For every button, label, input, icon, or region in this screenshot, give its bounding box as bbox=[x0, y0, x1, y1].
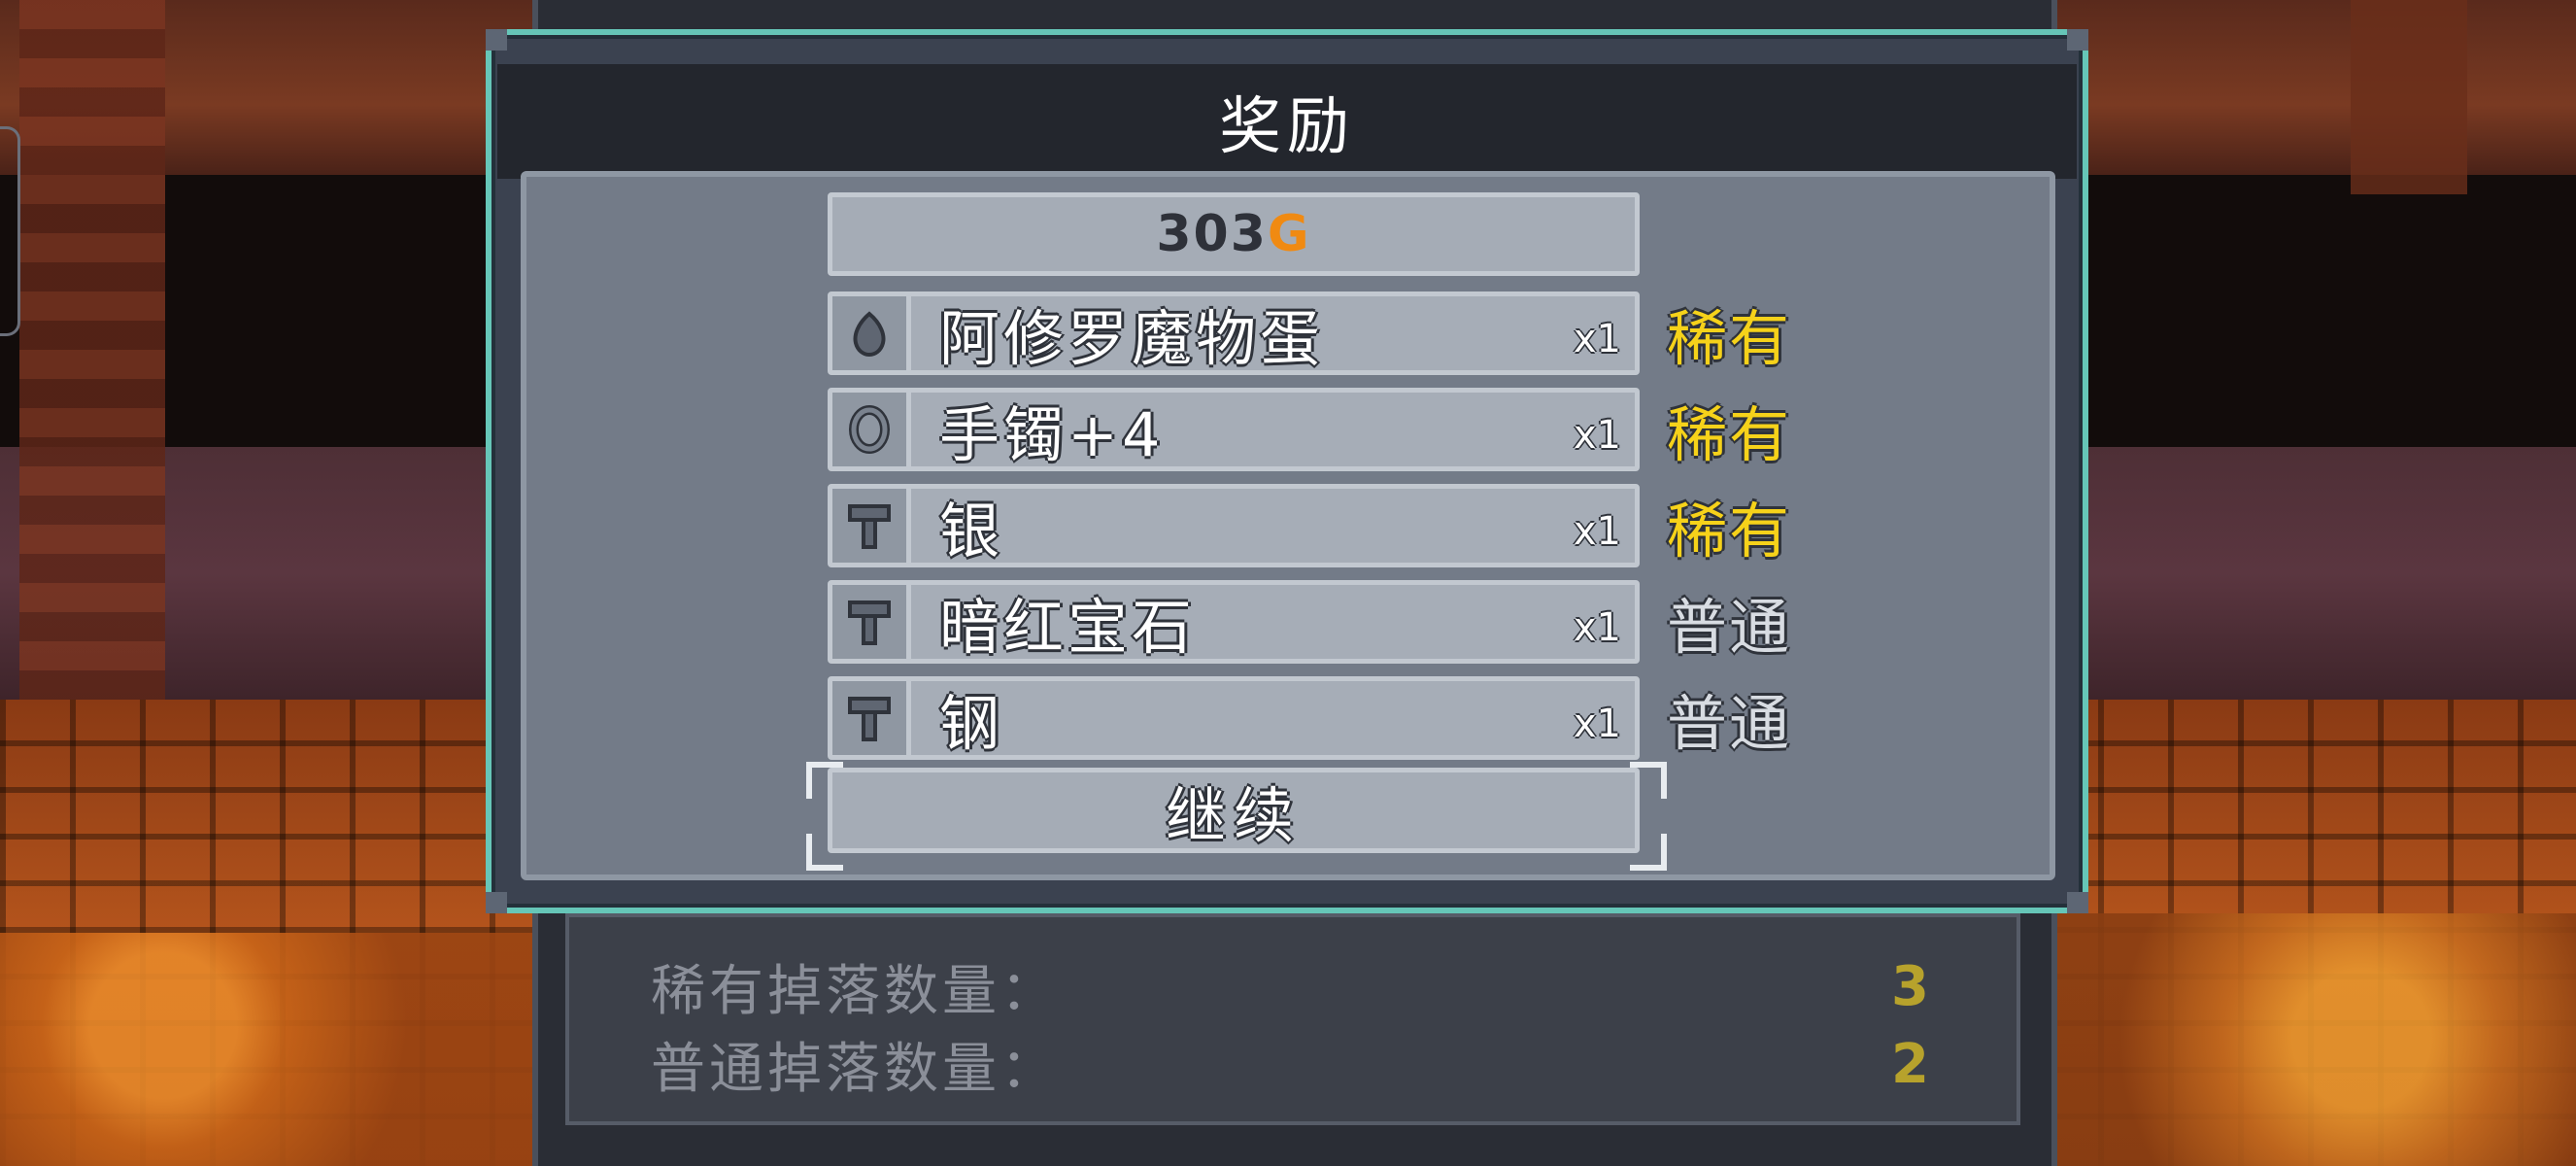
item-qty: x1 bbox=[1573, 317, 1621, 361]
selection-bracket bbox=[806, 834, 843, 871]
hammer-icon bbox=[832, 585, 911, 659]
dialog-corner bbox=[2067, 892, 2088, 913]
brick-pillar-right bbox=[2351, 0, 2467, 194]
brick-pillar-left bbox=[19, 0, 165, 700]
lava-right bbox=[2040, 913, 2576, 1166]
summary-common-row: 普通掉落数量： 2 bbox=[651, 1030, 1933, 1101]
dialog-corner bbox=[2067, 29, 2088, 51]
item-rarity: 稀有 bbox=[1667, 303, 1792, 374]
summary-rare-label: 稀有掉落数量： bbox=[651, 959, 1059, 1023]
gold-amount: 303 bbox=[1156, 205, 1268, 263]
summary-common-value: 2 bbox=[1891, 1032, 1933, 1096]
summary-rare-row: 稀有掉落数量： 3 bbox=[651, 952, 1933, 1023]
continue-button[interactable]: 继续 bbox=[828, 768, 1640, 853]
reward-item[interactable]: 钢 x1 bbox=[828, 676, 1640, 760]
selection-bracket bbox=[1630, 762, 1667, 799]
gold-reward: 303 G bbox=[828, 192, 1640, 276]
summary-common-label: 普通掉落数量： bbox=[651, 1037, 1059, 1101]
selection-bracket bbox=[1630, 834, 1667, 871]
side-tab-handle[interactable] bbox=[0, 126, 20, 336]
egg-icon bbox=[832, 296, 911, 370]
selection-bracket bbox=[806, 762, 843, 799]
item-name: 暗红宝石 bbox=[939, 592, 1197, 663]
lava-left bbox=[0, 933, 544, 1166]
bracelet-icon bbox=[832, 393, 911, 466]
item-name: 手镯+4 bbox=[939, 399, 1165, 470]
summary-rare-value: 3 bbox=[1891, 954, 1933, 1018]
gold-suffix: G bbox=[1267, 205, 1311, 263]
dialog-corner bbox=[486, 29, 507, 51]
item-name: 钢 bbox=[939, 688, 1004, 759]
item-name: 阿修罗魔物蛋 bbox=[939, 303, 1325, 374]
item-rarity: 稀有 bbox=[1667, 399, 1792, 470]
item-rarity: 稀有 bbox=[1667, 496, 1792, 566]
dialog-corner bbox=[486, 892, 507, 913]
hammer-icon bbox=[832, 489, 911, 563]
item-rarity: 普通 bbox=[1667, 592, 1792, 663]
reward-item[interactable]: 银 x1 bbox=[828, 484, 1640, 567]
item-qty: x1 bbox=[1573, 702, 1621, 746]
hammer-icon bbox=[832, 681, 911, 755]
item-rarity: 普通 bbox=[1667, 688, 1792, 759]
item-qty: x1 bbox=[1573, 509, 1621, 554]
reward-item[interactable]: 阿修罗魔物蛋 x1 bbox=[828, 292, 1640, 375]
reward-item[interactable]: 手镯+4 x1 bbox=[828, 388, 1640, 471]
item-qty: x1 bbox=[1573, 605, 1621, 650]
dialog-title: 奖励 bbox=[497, 64, 2077, 179]
item-name: 银 bbox=[939, 496, 1004, 566]
item-qty: x1 bbox=[1573, 413, 1621, 458]
reward-item[interactable]: 暗红宝石 x1 bbox=[828, 580, 1640, 664]
